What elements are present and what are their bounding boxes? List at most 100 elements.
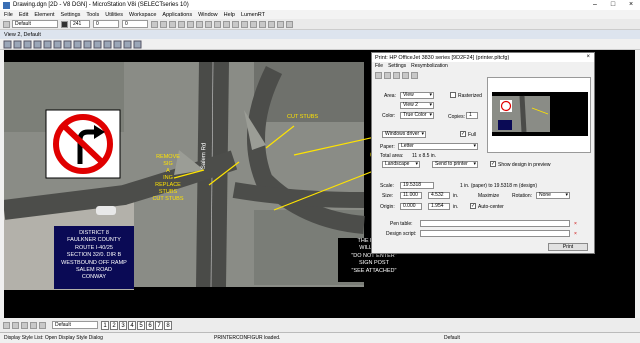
model-combo[interactable]: Default bbox=[52, 321, 98, 329]
color-swatch-icon[interactable] bbox=[61, 20, 68, 28]
view-button-3[interactable]: 3 bbox=[119, 320, 127, 330]
size-width-field[interactable]: 11.000 bbox=[400, 192, 422, 199]
send-to-dropdown[interactable]: Send to printer bbox=[432, 161, 478, 168]
origin-y-field[interactable]: 1.954 bbox=[428, 203, 450, 210]
maximize-label[interactable]: Maximize bbox=[478, 193, 499, 199]
origin-label: Origin: bbox=[380, 204, 395, 210]
tool-icon[interactable] bbox=[232, 20, 239, 28]
autocenter-label: Auto-center bbox=[478, 204, 504, 210]
menu-lumenrt[interactable]: LumenRT bbox=[241, 12, 265, 18]
view-button-2[interactable]: 2 bbox=[110, 320, 118, 330]
close-button[interactable]: × bbox=[622, 0, 640, 10]
paper-dropdown[interactable]: Letter bbox=[398, 143, 478, 150]
tool-icon[interactable] bbox=[151, 20, 158, 28]
print-icon[interactable] bbox=[375, 71, 382, 79]
menu-window[interactable]: Window bbox=[198, 12, 218, 18]
status-right: Default bbox=[444, 335, 460, 341]
menu-element[interactable]: Element bbox=[34, 12, 54, 18]
view-tool-icons[interactable] bbox=[0, 39, 640, 50]
menu-applications[interactable]: Applications bbox=[162, 12, 192, 18]
view-toolbar bbox=[0, 39, 640, 50]
design-script-field[interactable] bbox=[420, 230, 570, 237]
tool-icon[interactable] bbox=[223, 20, 230, 28]
rotation-label: Rotation: bbox=[512, 193, 533, 199]
menu-settings[interactable]: Settings bbox=[61, 12, 81, 18]
tool-icon[interactable] bbox=[12, 321, 19, 329]
weight-combo[interactable]: 0 bbox=[93, 20, 119, 28]
menu-workspace[interactable]: Workspace bbox=[129, 12, 156, 18]
print-dialog[interactable]: Print: HP OfficeJet 3830 series [9D2F24]… bbox=[371, 52, 595, 254]
tool-icon[interactable] bbox=[3, 321, 10, 329]
orientation-dropdown[interactable]: Landscape bbox=[382, 161, 420, 168]
scale-label: Scale: bbox=[380, 183, 394, 189]
size-height-field[interactable]: 4.532 bbox=[428, 192, 450, 199]
print-menu-resymbolization[interactable]: Resymbolization bbox=[411, 63, 448, 69]
area-dropdown[interactable]: View bbox=[400, 92, 434, 99]
tool-icon[interactable] bbox=[30, 321, 37, 329]
view-button-1[interactable]: 1 bbox=[101, 320, 109, 330]
tool-icon[interactable] bbox=[214, 20, 221, 28]
maximize-button[interactable]: □ bbox=[604, 0, 622, 10]
driver-dropdown[interactable]: Windows driver bbox=[382, 131, 426, 138]
scale-field[interactable]: 19.5318 bbox=[400, 182, 434, 189]
view-button-4[interactable]: 4 bbox=[128, 320, 136, 330]
fence-icon[interactable] bbox=[402, 71, 409, 79]
scale-description: 1 in. (paper) to 19.5318 m (design) bbox=[460, 183, 537, 189]
rasterized-checkbox[interactable] bbox=[450, 92, 456, 98]
view-button-6[interactable]: 6 bbox=[146, 320, 154, 330]
tool-icon[interactable] bbox=[178, 20, 185, 28]
view-title: View 2, Default bbox=[4, 31, 41, 38]
menu-utilities[interactable]: Utilities bbox=[105, 12, 123, 18]
color-combo[interactable]: 241 bbox=[70, 20, 90, 28]
tool-icon[interactable] bbox=[286, 20, 293, 28]
tool-icon[interactable] bbox=[39, 321, 46, 329]
close-icon[interactable]: × bbox=[586, 54, 590, 60]
color-dropdown[interactable]: True Color bbox=[400, 112, 434, 119]
print-dialog-menu: File Settings Resymbolization bbox=[372, 62, 594, 70]
tool-icon[interactable] bbox=[268, 20, 275, 28]
menu-file[interactable]: File bbox=[4, 12, 13, 18]
total-area-label: Total area: bbox=[380, 153, 404, 159]
print-menu-file[interactable]: File bbox=[375, 63, 383, 69]
origin-x-field[interactable]: 0.000 bbox=[400, 203, 422, 210]
tool-icon[interactable] bbox=[250, 20, 257, 28]
total-area-value: 11 x 8.5 in. bbox=[412, 153, 437, 159]
minimize-button[interactable]: – bbox=[586, 0, 604, 10]
rotation-dropdown[interactable]: None bbox=[536, 192, 570, 199]
refresh-icon[interactable] bbox=[393, 71, 400, 79]
full-checkbox[interactable]: ✓ bbox=[460, 131, 466, 137]
print-preview bbox=[487, 77, 591, 153]
menu-tools[interactable]: Tools bbox=[86, 12, 99, 18]
clear-icon[interactable]: × bbox=[574, 221, 577, 227]
view-button-5[interactable]: 5 bbox=[137, 320, 145, 330]
style-combo[interactable]: 0 bbox=[122, 20, 148, 28]
tool-icon[interactable] bbox=[196, 20, 203, 28]
print-dialog-title: Print: HP OfficeJet 3830 series [9D2F24]… bbox=[375, 54, 510, 61]
tool-icon[interactable] bbox=[241, 20, 248, 28]
menu-help[interactable]: Help bbox=[224, 12, 235, 18]
preview-icon[interactable] bbox=[384, 71, 391, 79]
level-manager-icon[interactable] bbox=[3, 20, 10, 28]
view-button-8[interactable]: 8 bbox=[164, 320, 172, 330]
view-title-bar: View 2, Default bbox=[0, 30, 640, 39]
copies-field[interactable]: 1 bbox=[466, 112, 478, 119]
show-design-label: Show design in preview bbox=[498, 162, 551, 168]
tool-icon[interactable] bbox=[259, 20, 266, 28]
tool-icon[interactable] bbox=[277, 20, 284, 28]
print-button[interactable]: Print bbox=[548, 243, 588, 251]
pen-table-field[interactable] bbox=[420, 220, 570, 227]
tool-icon[interactable] bbox=[205, 20, 212, 28]
autocenter-checkbox[interactable]: ✓ bbox=[470, 203, 476, 209]
attributes-icon[interactable] bbox=[411, 71, 418, 79]
view-button-7[interactable]: 7 bbox=[155, 320, 163, 330]
clear-icon[interactable]: × bbox=[574, 231, 577, 237]
show-design-checkbox[interactable]: ✓ bbox=[490, 161, 496, 167]
tool-icon[interactable] bbox=[187, 20, 194, 28]
print-menu-settings[interactable]: Settings bbox=[388, 63, 406, 69]
level-combo[interactable]: Default bbox=[12, 20, 58, 28]
tool-icon[interactable] bbox=[169, 20, 176, 28]
menu-edit[interactable]: Edit bbox=[19, 12, 28, 18]
tool-icon[interactable] bbox=[160, 20, 167, 28]
tool-icon[interactable] bbox=[21, 321, 28, 329]
view-dropdown[interactable]: View 2 bbox=[400, 102, 434, 109]
